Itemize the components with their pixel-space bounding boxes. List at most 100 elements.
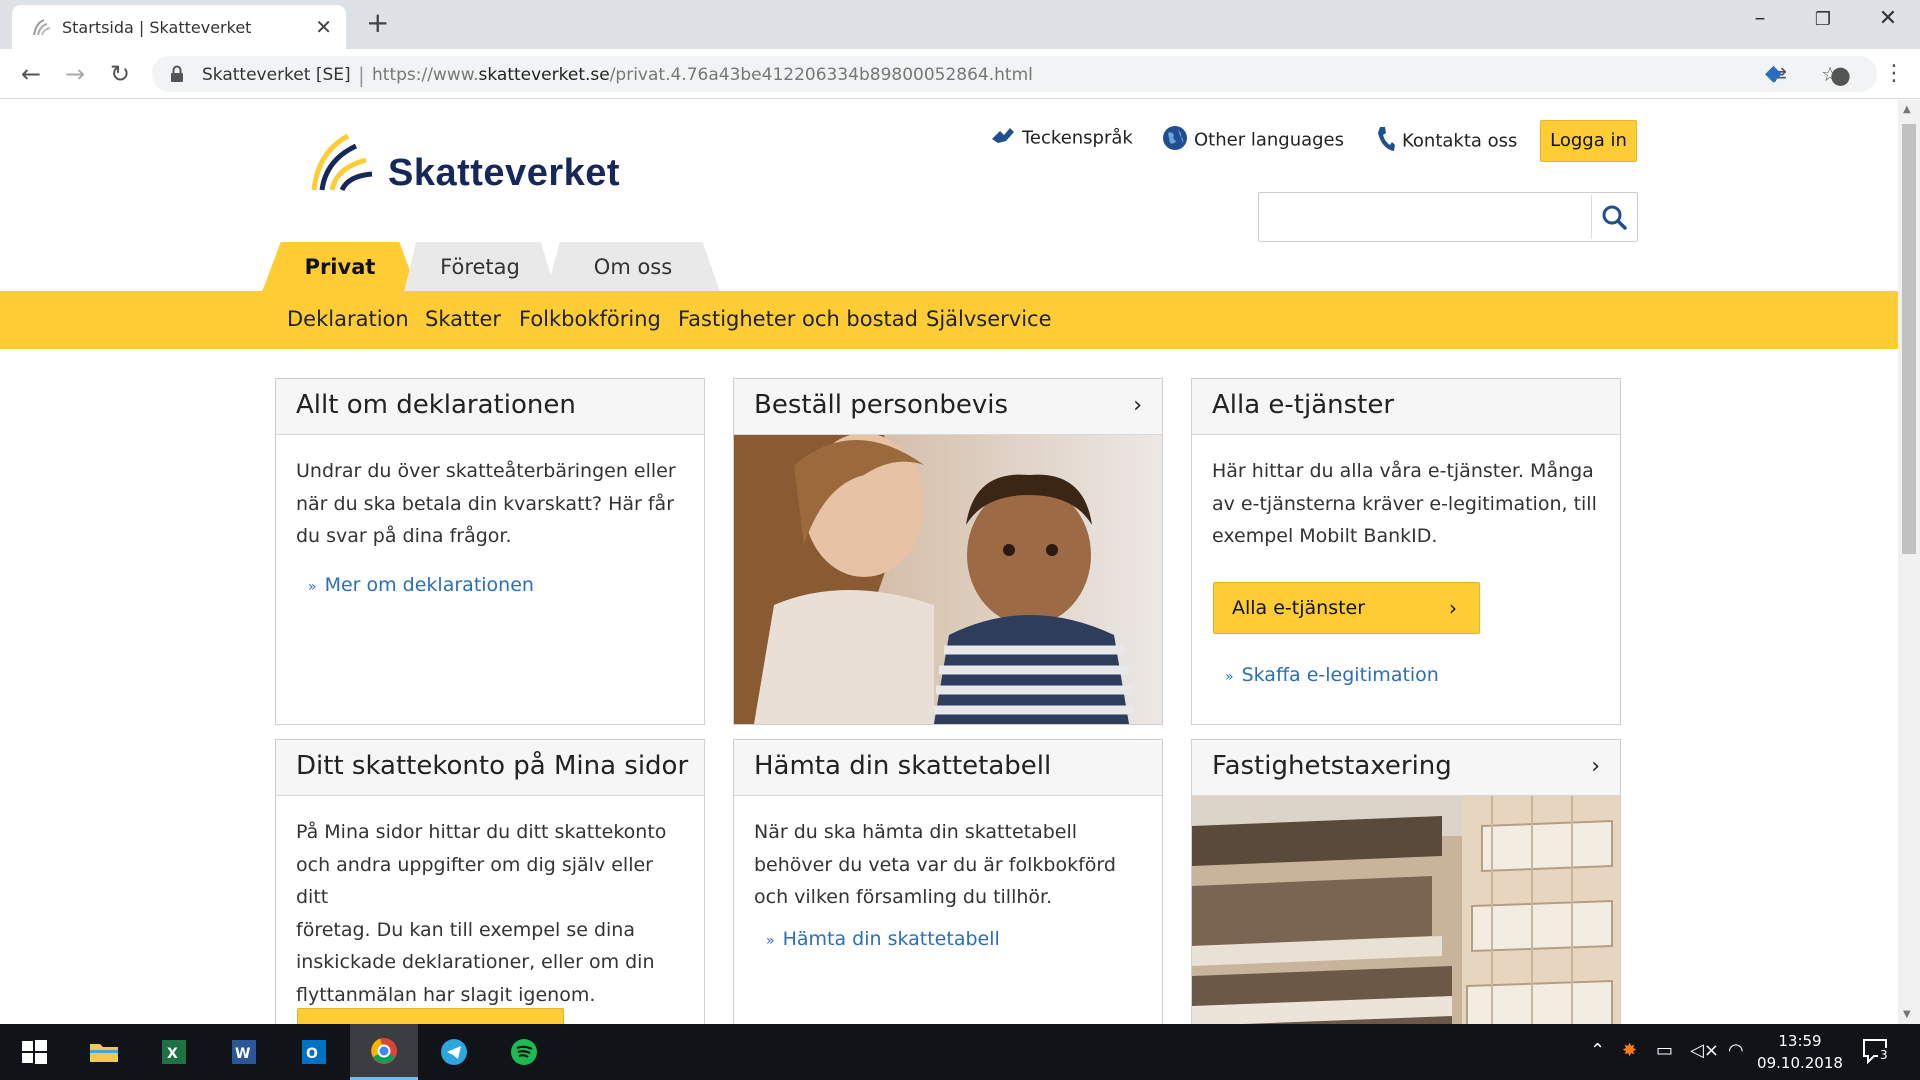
word-icon: W xyxy=(232,1040,256,1064)
login-button[interactable]: Logga in xyxy=(1540,120,1637,162)
link-skaffa-e-legitimation[interactable]: » Skaffa e-legitimation xyxy=(1225,664,1439,686)
card-title[interactable]: Hämta din skattetabell xyxy=(734,740,1162,796)
card-title[interactable]: Beställ personbevis › xyxy=(734,379,1162,435)
spotify-icon xyxy=(511,1039,537,1065)
mina-sidor-button[interactable] xyxy=(297,1008,564,1024)
svg-text:O: O xyxy=(306,1046,318,1062)
spotify-app[interactable] xyxy=(490,1024,558,1080)
search-input[interactable] xyxy=(1258,192,1638,242)
tab-title: Startsida | Skatteverket xyxy=(62,18,252,37)
chevron-right-icon: › xyxy=(1449,596,1457,620)
card-body: Här hittar du alla våra e-tjänster. Mång… xyxy=(1212,460,1597,547)
link-arrow-icon: » xyxy=(308,578,317,595)
alla-etjanster-button[interactable]: Alla e-tjänster › xyxy=(1213,582,1480,634)
skatteverket-logo[interactable]: Skatteverket xyxy=(308,130,628,200)
scroll-up-icon[interactable]: ▲ xyxy=(1903,104,1911,115)
restore-icon[interactable]: ❐ xyxy=(1803,9,1843,30)
sign-language-icon xyxy=(990,125,1018,152)
menu-dots-icon[interactable]: ⋮ xyxy=(1883,61,1905,86)
extension-icon[interactable]: ◆ xyxy=(1765,61,1782,86)
scrollbar-thumb[interactable] xyxy=(1902,124,1916,554)
window-close-icon[interactable]: ✕ xyxy=(1868,6,1908,31)
mother-child-photo xyxy=(734,435,1162,724)
search-icon xyxy=(1602,205,1627,230)
subnav-fastigheter[interactable]: Fastigheter och bostad xyxy=(678,307,918,331)
telegram-app[interactable] xyxy=(420,1024,488,1080)
reload-icon[interactable]: ↻ xyxy=(105,59,135,89)
chevron-right-icon: › xyxy=(1133,393,1142,418)
svg-text:X: X xyxy=(167,1046,178,1062)
windows-logo-icon xyxy=(22,1040,47,1064)
back-icon[interactable]: ← xyxy=(16,59,46,89)
telegram-icon xyxy=(441,1039,467,1065)
card-skattetabell: Hämta din skattetabell När du ska hämta … xyxy=(733,739,1163,1024)
card-title[interactable]: Allt om deklarationen xyxy=(276,379,704,435)
address-bar[interactable]: Skatteverket [SE] | https://www.skatteve… xyxy=(152,56,1877,92)
card-fastighetstaxering[interactable]: Fastighetstaxering › xyxy=(1191,739,1621,1024)
browser-toolbar: ← → ↻ Skatteverket [SE] | https://www.sk… xyxy=(0,49,1920,99)
phone-icon xyxy=(1376,125,1398,158)
search-button[interactable] xyxy=(1591,195,1635,239)
subnav-skatter[interactable]: Skatter xyxy=(425,307,501,331)
svg-text:W: W xyxy=(235,1046,250,1062)
link-arrow-icon: » xyxy=(1225,669,1234,685)
card-title[interactable]: Ditt skattekonto på Mina sidor xyxy=(276,740,704,796)
wifi-icon[interactable]: ◠ xyxy=(1728,1040,1744,1061)
page-viewport: Skatteverket Teckenspråk Other languages… xyxy=(0,100,1898,1024)
card-title[interactable]: Alla e-tjänster xyxy=(1192,379,1620,435)
minimize-icon[interactable]: – xyxy=(1740,6,1780,31)
volume-muted-icon[interactable]: ◁× xyxy=(1690,1040,1719,1061)
show-hidden-icons-icon[interactable]: ⌃ xyxy=(1590,1040,1605,1061)
new-tab-icon[interactable]: + xyxy=(366,8,389,38)
start-button[interactable] xyxy=(0,1024,68,1080)
close-tab-icon[interactable]: ✕ xyxy=(315,15,332,39)
tab-om-oss[interactable]: Om oss xyxy=(546,242,720,292)
excel-app[interactable]: X xyxy=(140,1024,208,1080)
link-mer-om-deklarationen[interactable]: » Mer om deklarationen xyxy=(296,569,684,604)
lock-icon xyxy=(171,65,183,82)
building-photo xyxy=(1192,796,1620,1024)
forward-icon[interactable]: → xyxy=(60,59,90,89)
card-personbevis[interactable]: Beställ personbevis › xyxy=(733,378,1163,725)
subnav-sjalvservice[interactable]: Självservice xyxy=(926,307,1052,331)
subnav-bar: Deklaration Skatter Folkbokföring Fastig… xyxy=(0,291,1898,349)
avast-icon[interactable]: ✸ xyxy=(1622,1040,1637,1061)
card-body: När du ska hämta din skattetabell behöve… xyxy=(734,796,1162,977)
browser-tab[interactable]: Startsida | Skatteverket ✕ xyxy=(12,5,346,49)
profile-icon[interactable]: ● xyxy=(1830,61,1851,89)
card-etjanster: Alla e-tjänster Här hittar du alla våra … xyxy=(1191,378,1621,725)
link-hamta-skattetabell[interactable]: » Hämta din skattetabell xyxy=(754,923,1142,958)
battery-icon[interactable]: ▭ xyxy=(1656,1040,1673,1061)
word-app[interactable]: W xyxy=(210,1024,278,1080)
subnav-folkbokforing[interactable]: Folkbokföring xyxy=(519,307,661,331)
card-body: På Mina sidor hittar du ditt skattekonto… xyxy=(296,821,667,1006)
link-arrow-icon: » xyxy=(766,932,775,949)
windows-taskbar: X W O ⌃ ✸ ▭ ◁× ◠ 13:59 09.10.2018 3 xyxy=(0,1024,1920,1080)
scroll-down-icon[interactable]: ▼ xyxy=(1903,1009,1911,1020)
card-skattekonto: Ditt skattekonto på Mina sidor På Mina s… xyxy=(275,739,705,1024)
action-center-icon[interactable]: 3 xyxy=(1862,1038,1892,1065)
skatteverket-favicon-icon xyxy=(33,19,51,36)
system-clock[interactable]: 13:59 09.10.2018 xyxy=(1755,1030,1845,1074)
sun-logo-icon xyxy=(311,133,373,192)
chrome-app[interactable] xyxy=(350,1024,418,1080)
tab-privat[interactable]: Privat xyxy=(262,242,418,292)
card-title[interactable]: Fastighetstaxering › xyxy=(1192,740,1620,796)
outlook-app[interactable]: O xyxy=(280,1024,348,1080)
url-text: https://www.skatteverket.se/privat.4.76a… xyxy=(372,65,1033,85)
card-deklaration: Allt om deklarationen Undrar du över ska… xyxy=(275,378,705,725)
file-explorer-app[interactable] xyxy=(70,1024,138,1080)
other-languages-link[interactable]: Other languages xyxy=(1162,125,1344,156)
tab-foretag[interactable]: Företag xyxy=(404,242,556,292)
outlook-icon: O xyxy=(302,1040,326,1064)
excel-icon: X xyxy=(162,1040,186,1064)
chrome-icon xyxy=(371,1038,397,1064)
globe-icon xyxy=(1162,125,1190,156)
subnav-deklaration[interactable]: Deklaration xyxy=(287,307,409,331)
page-scrollbar[interactable]: ▲ ▼ xyxy=(1898,100,1920,1024)
contact-link[interactable]: Kontakta oss xyxy=(1376,125,1517,158)
folder-icon xyxy=(90,1044,118,1062)
sign-language-link[interactable]: Teckenspråk xyxy=(990,125,1133,152)
site-identity: Skatteverket [SE] xyxy=(202,65,351,85)
url-separator: | xyxy=(358,63,365,87)
